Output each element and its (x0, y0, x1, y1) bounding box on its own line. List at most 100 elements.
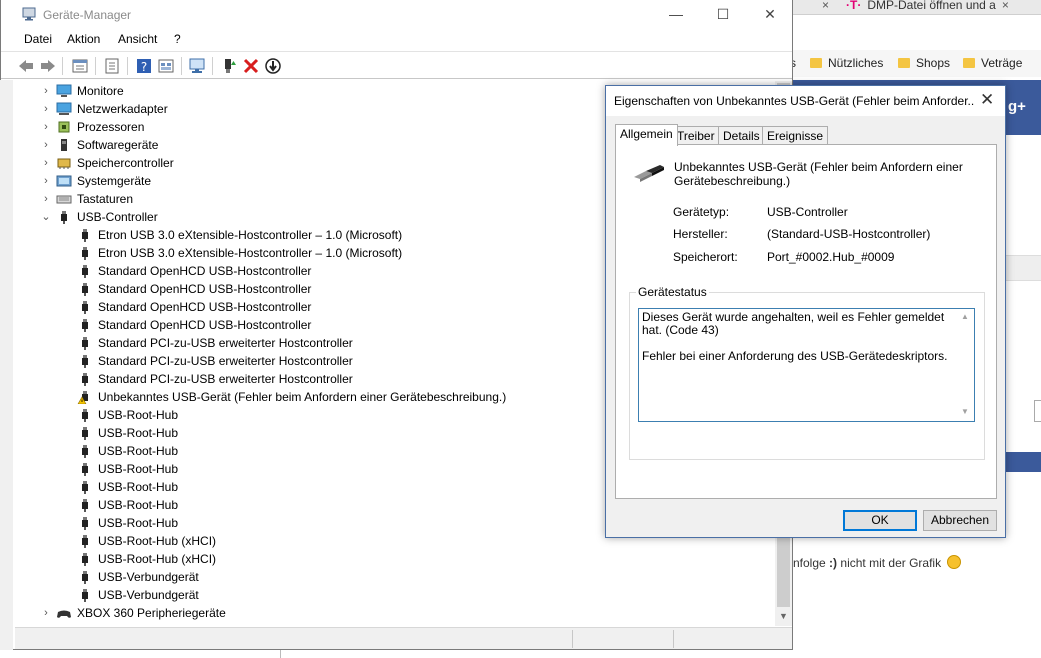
software-device-icon (61, 139, 67, 151)
tree-item-label: USB-Verbundgerät (98, 588, 199, 602)
back-arrow-icon[interactable] (17, 57, 35, 75)
menu-aktion[interactable]: Aktion (67, 32, 100, 46)
prop-label-speicherort: Speicherort: (673, 250, 738, 264)
tree-item-label: Standard PCI-zu-USB erweiterter Hostcont… (98, 354, 353, 368)
ok-button[interactable]: OK (843, 510, 917, 531)
device-manager-app-icon (22, 7, 36, 21)
dialog-title-bar[interactable]: Eigenschaften von Unbekanntes USB-Gerät … (606, 86, 1005, 116)
usb-icon (82, 499, 88, 512)
menu-help[interactable]: ? (174, 32, 181, 46)
usb-icon (82, 229, 88, 242)
folder-icon (963, 58, 975, 68)
window-gutter (0, 80, 13, 650)
tab-treiber[interactable]: Treiber (672, 126, 720, 145)
maximize-button[interactable]: ☐ (708, 4, 738, 24)
textbox-scrollbar[interactable]: ▲ ▼ (958, 309, 974, 421)
svg-text:?: ? (141, 60, 147, 74)
uninstall-x-icon[interactable] (242, 57, 260, 75)
disable-device-icon[interactable] (264, 57, 282, 75)
tree-item-label: XBOX 360 Peripheriegeräte (77, 606, 226, 620)
device-status-textbox[interactable]: Dieses Gerät wurde angehalten, weil es F… (638, 308, 975, 422)
usb-plug-icon (634, 165, 664, 182)
menu-datei[interactable]: Datei (24, 32, 52, 46)
properties-view-icon[interactable] (71, 57, 89, 75)
show-hidden-icon[interactable] (157, 57, 175, 75)
usb-icon (82, 445, 88, 458)
tree-item-label: USB-Root-Hub (98, 444, 179, 458)
tree-item-label: Systemgeräte (77, 174, 152, 188)
tree-item-label: Etron USB 3.0 eXtensible-Hostcontroller … (98, 228, 403, 242)
usb-icon (82, 247, 88, 260)
usb-icon (82, 301, 88, 314)
tree-item-label: USB-Root-Hub (98, 516, 179, 530)
properties-sheet-icon[interactable] (103, 57, 121, 75)
tree-item-label: USB-Root-Hub (xHCI) (98, 534, 217, 548)
tab-ereignisse[interactable]: Ereignisse (762, 126, 829, 145)
tree-item-label: USB-Root-Hub (98, 462, 179, 476)
page-text: nfolge :) nicht mit der Grafik (793, 555, 962, 570)
close-tab-icon[interactable]: × (1002, 0, 1009, 12)
tree-item-label: USB-Verbundgerät (98, 570, 199, 584)
network-adapter-icon (56, 102, 72, 115)
tree-item-label: Speichercontroller (77, 156, 174, 170)
usb-icon (61, 211, 67, 224)
prop-value-geraetetyp: USB-Controller (767, 205, 848, 219)
bookmark-folder-vetraege[interactable]: Veträge (963, 56, 1022, 70)
prop-value-speicherort: Port_#0002.Hub_#0009 (767, 250, 895, 264)
group-label: Gerätestatus (636, 285, 709, 299)
scroll-down-arrow-icon[interactable]: ▼ (775, 609, 792, 624)
page-input-fragment[interactable] (1034, 400, 1041, 422)
usb-icon (82, 571, 88, 584)
bookmark-folder-shops[interactable]: Shops (898, 56, 950, 70)
expand-chevron-icon[interactable]: › (41, 190, 51, 208)
expand-chevron-icon[interactable]: › (41, 604, 51, 622)
tree-item-label: USB-Root-Hub (98, 426, 179, 440)
title-bar[interactable]: Geräte-Manager — ☐ ✕ (1, 0, 792, 28)
storage-controller-icon (57, 158, 71, 169)
dialog-close-button[interactable]: ✕ (980, 90, 994, 110)
expand-chevron-icon[interactable]: › (41, 136, 51, 154)
gamepad-icon (57, 610, 71, 618)
cancel-button[interactable]: Abbrechen (923, 510, 997, 531)
google-plus-icon[interactable]: g+ (1008, 98, 1030, 118)
tree-item-label: USB-Root-Hub (98, 498, 179, 512)
bookmark-folder-nuetzliches[interactable]: Nützliches (810, 56, 883, 70)
minimize-button[interactable]: — (661, 4, 691, 24)
device-name: Unbekanntes USB-Gerät (Fehler beim Anfor… (674, 160, 963, 188)
properties-dialog: Eigenschaften von Unbekanntes USB-Gerät … (605, 85, 1006, 538)
usb-icon (82, 463, 88, 476)
tree-item-label: Standard OpenHCD USB-Hostcontroller (98, 300, 312, 314)
dialog-title: Eigenschaften von Unbekanntes USB-Gerät … (614, 94, 974, 108)
tree-item-label: USB-Controller (77, 210, 158, 224)
scroll-up-arrow-icon[interactable]: ▲ (961, 312, 969, 321)
browser-tab[interactable]: × (816, 0, 840, 15)
general-tab-panel: Unbekanntes USB-Gerät (Fehler beim Anfor… (615, 144, 997, 499)
forward-arrow-icon[interactable] (39, 57, 57, 75)
expand-chevron-icon[interactable]: › (41, 118, 51, 136)
close-button[interactable]: ✕ (755, 4, 785, 24)
expand-chevron-icon[interactable]: › (41, 100, 51, 118)
expand-chevron-icon[interactable]: › (41, 154, 51, 172)
tree-item-label: Prozessoren (77, 120, 145, 134)
close-tab-icon[interactable]: × (822, 0, 829, 12)
processor-icon (58, 121, 70, 133)
tree-item-label: Unbekanntes USB-Gerät (Fehler beim Anfor… (98, 390, 507, 404)
tab-details[interactable]: Details (718, 126, 765, 145)
expand-chevron-icon[interactable]: › (41, 82, 51, 100)
prop-value-hersteller: (Standard-USB-Hostcontroller) (767, 227, 931, 241)
scroll-down-arrow-icon[interactable]: ▼ (961, 407, 969, 416)
scan-hardware-icon[interactable] (188, 57, 206, 75)
keyboard-icon (56, 195, 72, 204)
expand-chevron-icon[interactable]: › (41, 172, 51, 190)
window-title: Geräte-Manager (43, 8, 132, 22)
usb-icon (82, 373, 88, 386)
browser-tab-active[interactable]: ·T· DMP-Datei öffnen und a × (846, 0, 1041, 15)
help-icon[interactable]: ? (135, 57, 153, 75)
tree-item-label: Tastaturen (77, 192, 134, 206)
menu-ansicht[interactable]: Ansicht (118, 32, 157, 46)
usb-icon (82, 427, 88, 440)
usb-icon (82, 355, 88, 368)
collapse-chevron-icon[interactable]: ⌄ (41, 208, 51, 226)
update-driver-icon[interactable] (220, 57, 238, 75)
tab-allgemein[interactable]: Allgemein (615, 124, 678, 146)
